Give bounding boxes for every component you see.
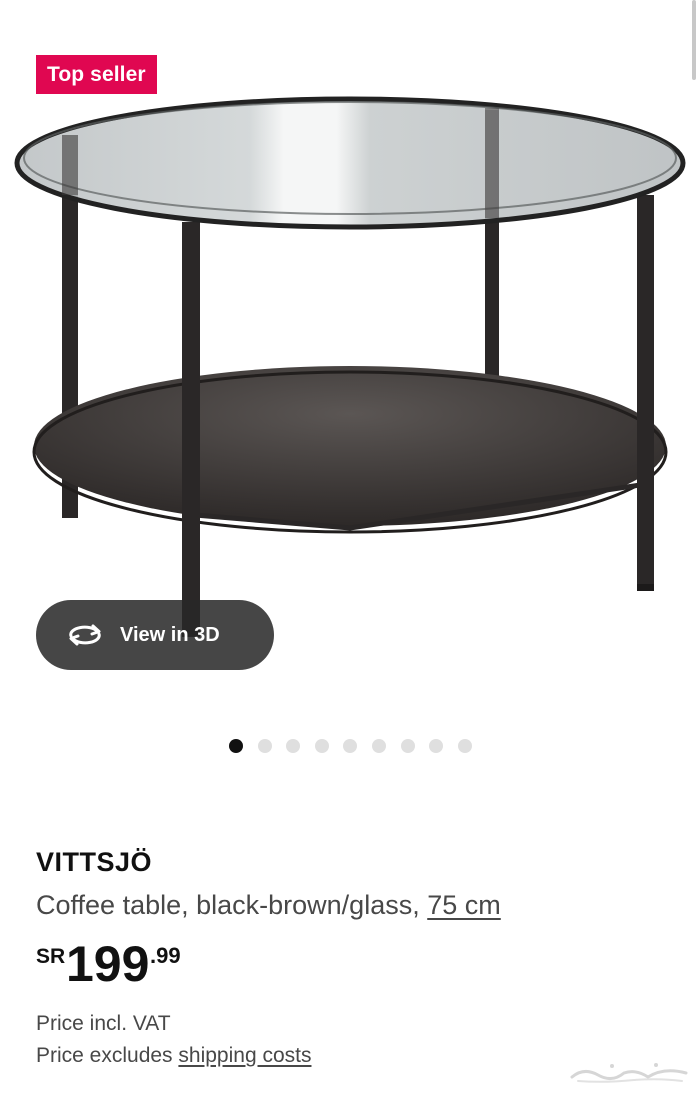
shipping-note: Price excludes shipping costs: [36, 1044, 311, 1068]
carousel-dot[interactable]: [400, 739, 415, 753]
shipping-costs-link[interactable]: shipping costs: [178, 1044, 311, 1067]
product-description: Coffee table, black-brown/glass, 75 cm: [36, 890, 501, 921]
carousel-dot[interactable]: [286, 739, 301, 753]
carousel-dot[interactable]: [257, 739, 272, 753]
price-integer: 199: [66, 936, 150, 992]
carousel-dot[interactable]: [314, 739, 329, 753]
size-link[interactable]: 75 cm: [427, 890, 501, 920]
top-seller-badge: Top seller: [36, 55, 157, 94]
lower-shelf: [34, 366, 666, 526]
coffee-table-image: [14, 96, 686, 637]
image-carousel-dots[interactable]: [229, 739, 472, 753]
carousel-dot[interactable]: [429, 739, 444, 753]
front-right-leg: [637, 195, 654, 588]
carousel-dot[interactable]: [343, 739, 358, 753]
carousel-dot[interactable]: [371, 739, 386, 753]
carousel-dot[interactable]: [229, 739, 243, 753]
vat-note: Price incl. VAT: [36, 1012, 171, 1035]
price-currency: SR: [36, 945, 66, 968]
product-image[interactable]: [0, 0, 700, 700]
price-decimal: .99: [150, 943, 181, 968]
view-in-3d-button[interactable]: View in 3D: [36, 600, 274, 670]
shipping-prefix: Price excludes: [36, 1044, 173, 1067]
view-in-3d-label: View in 3D: [120, 623, 220, 646]
scrollbar[interactable]: [692, 0, 696, 80]
carousel-dot[interactable]: [457, 739, 472, 753]
watermark-logo: [564, 1059, 694, 1085]
top-seller-label: Top seller: [47, 63, 146, 86]
rotate-3d-icon: [66, 620, 104, 650]
product-name: VITTSJÖ: [36, 847, 153, 877]
front-left-leg: [182, 222, 200, 637]
product-description-text: Coffee table, black-brown/glass,: [36, 890, 420, 920]
